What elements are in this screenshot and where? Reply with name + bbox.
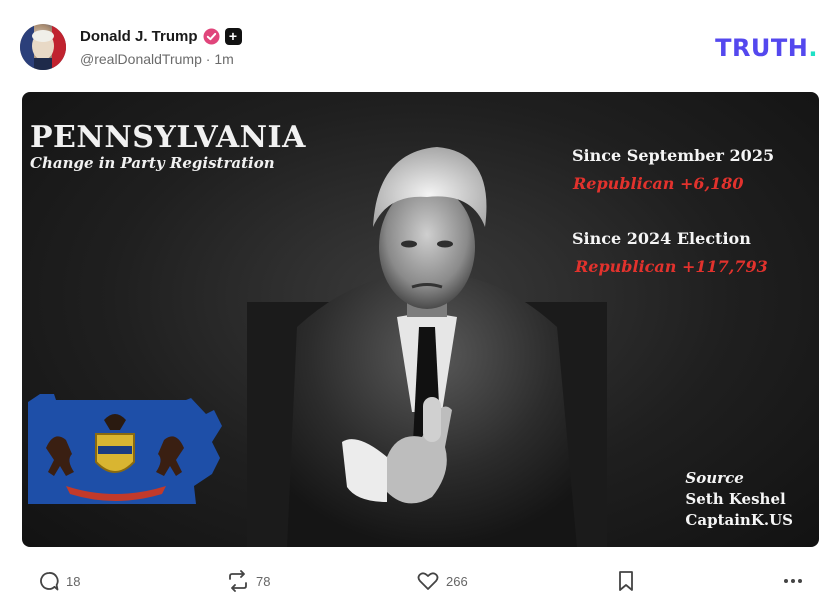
- reply-button[interactable]: 18: [38, 570, 80, 592]
- more-options-icon: [784, 579, 802, 583]
- stat-value-election: Republican +117,793: [575, 257, 768, 276]
- display-name[interactable]: Donald J. Trump: [80, 28, 198, 45]
- retruth-button[interactable]: 78: [226, 570, 270, 592]
- retruth-count: 78: [256, 573, 271, 589]
- image-source: Source Seth Keshel CaptainK.US: [685, 468, 793, 531]
- post-actions: 18 78 266: [0, 565, 840, 599]
- avatar[interactable]: [20, 24, 66, 70]
- like-count: 266: [446, 573, 468, 589]
- reply-count: 18: [66, 573, 81, 589]
- separator: ·: [205, 51, 211, 67]
- retruth-icon: [229, 570, 247, 592]
- reply-icon: [40, 572, 59, 591]
- logo-dot: .: [808, 34, 818, 62]
- image-title: PENNSYLVANIA: [30, 120, 306, 155]
- truth-logo[interactable]: TRUTH.: [715, 34, 818, 62]
- post-image[interactable]: PENNSYLVANIA Change in Party Registratio…: [22, 92, 819, 547]
- bookmark-icon: [619, 571, 633, 591]
- logo-text: TRUTH: [715, 34, 809, 62]
- plus-badge-icon: +: [224, 27, 242, 45]
- pennsylvania-flag-map: [28, 394, 222, 504]
- handle[interactable]: @realDonaldTrump: [80, 51, 202, 67]
- stat-label-september: Since September 2025: [572, 146, 775, 165]
- image-subtitle: Change in Party Registration: [30, 154, 275, 172]
- heart-icon: [417, 572, 439, 590]
- post-time[interactable]: 1m: [214, 51, 233, 67]
- stat-value-september: Republican +6,180: [573, 174, 744, 193]
- like-button[interactable]: 266: [416, 570, 468, 592]
- source-line1: Seth Keshel: [685, 490, 786, 508]
- post-header: Donald J. Trump + @realDonaldTrump · 1m …: [20, 24, 820, 74]
- source-heading: Source: [685, 469, 744, 487]
- bookmark-button[interactable]: [617, 570, 635, 592]
- portrait-figure: [247, 147, 607, 547]
- handle-row: @realDonaldTrump · 1m: [80, 51, 234, 67]
- verified-badge-icon: [203, 28, 220, 45]
- source-line2: CaptainK.US: [685, 511, 793, 529]
- stat-label-election: Since 2024 Election: [572, 229, 751, 248]
- more-options-button[interactable]: [782, 570, 804, 592]
